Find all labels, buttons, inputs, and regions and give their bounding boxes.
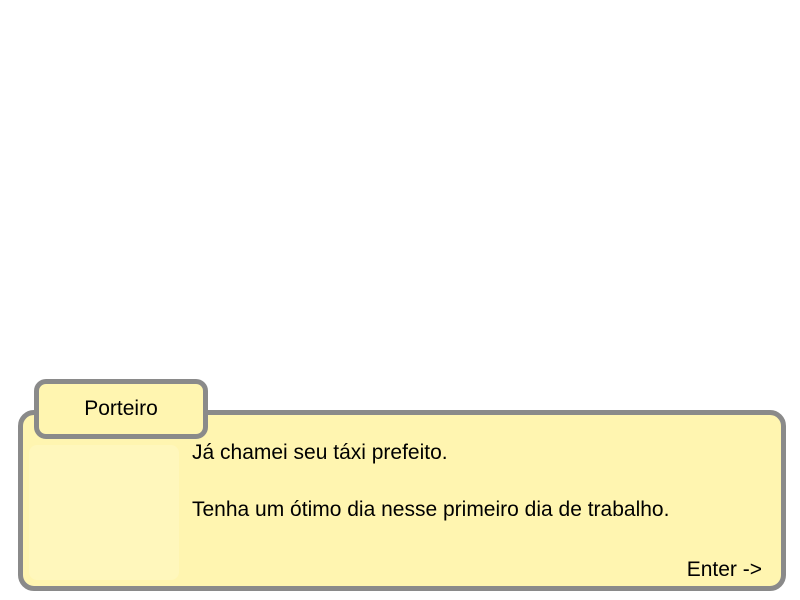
speaker-name-tab: Porteiro	[34, 379, 208, 439]
dialog-line-2: Tenha um ótimo dia nesse primeiro dia de…	[192, 498, 670, 521]
continue-prompt[interactable]: Enter ->	[687, 558, 762, 582]
dialog-line-1: Já chamei seu táxi prefeito.	[192, 441, 448, 464]
speaker-name: Porteiro	[84, 397, 158, 420]
